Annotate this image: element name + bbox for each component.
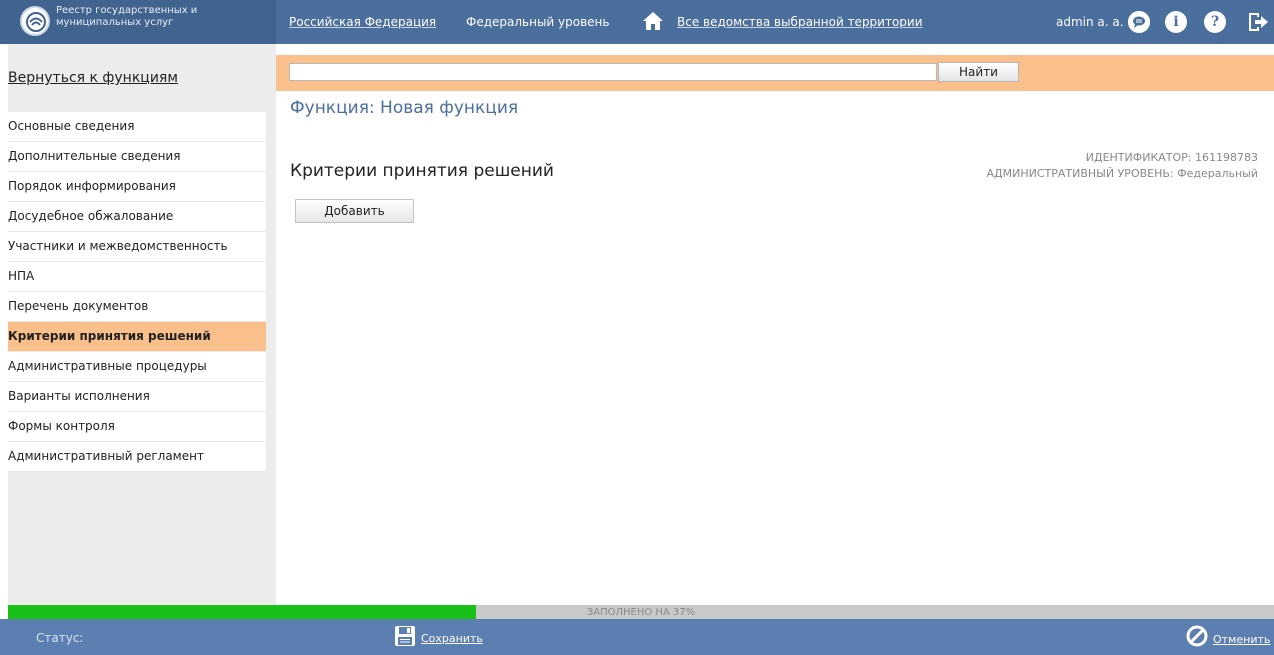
status-label: Статус: xyxy=(36,631,84,645)
sidebar-item[interactable]: Перечень документов xyxy=(8,292,266,322)
sidebar-item-label: Административные процедуры xyxy=(8,359,207,373)
progress-text: ЗАПОЛНЕНО НА 37% xyxy=(586,607,696,618)
sidebar-item-label: НПА xyxy=(8,269,35,283)
info-icon[interactable]: i xyxy=(1165,11,1187,33)
help-icon[interactable]: ? xyxy=(1204,11,1226,33)
sidebar-item[interactable]: Порядок информирования xyxy=(8,172,266,202)
identifier-block: ИДЕНТИФИКАТОР: 161198783 АДМИНИСТРАТИВНЫ… xyxy=(987,150,1258,182)
sidebar-item-label: Административный регламент xyxy=(8,449,204,463)
sidebar-item[interactable]: Дополнительные сведения xyxy=(8,142,266,172)
back-to-functions-link[interactable]: Вернуться к функциям xyxy=(8,70,178,86)
sidebar-item[interactable]: Формы контроля xyxy=(8,412,266,442)
exit-icon[interactable] xyxy=(1247,11,1269,36)
cancel-label[interactable]: Отменить xyxy=(1213,633,1270,646)
sidebar-item-label: Перечень документов xyxy=(8,299,149,313)
sidebar-item[interactable]: Основные сведения xyxy=(8,112,266,142)
identifier: ИДЕНТИФИКАТОР: 161198783 xyxy=(1085,151,1258,164)
sidebar-item-label: Участники и межведомственность xyxy=(8,239,228,253)
cancel-icon xyxy=(1186,625,1208,650)
sidebar-item-label: Основные сведения xyxy=(8,119,135,133)
sidebar-item[interactable]: Варианты исполнения xyxy=(8,382,266,412)
sidebar-item-label: Критерии принятия решений xyxy=(8,329,211,343)
region-link[interactable]: Российская Федерация xyxy=(289,15,436,29)
search-input[interactable] xyxy=(289,63,937,81)
search-bar: Найти xyxy=(276,55,1274,91)
save-icon xyxy=(394,626,416,650)
cancel-button[interactable]: Отменить xyxy=(1186,625,1270,650)
progress-bar: ЗАПОЛНЕНО НА 37% xyxy=(8,605,1274,619)
sidebar-item[interactable]: НПА xyxy=(8,262,266,292)
chat-icon[interactable] xyxy=(1128,11,1150,33)
search-button[interactable]: Найти xyxy=(938,62,1019,82)
function-title: Функция: Новая функция xyxy=(290,98,519,118)
sidebar-item-label: Дополнительные сведения xyxy=(8,149,181,163)
admin-level: АДМИНИСТРАТИВНЫЙ УРОВЕНЬ: Федеральный xyxy=(986,167,1258,180)
sidebar-item-label: Досудебное обжалование xyxy=(8,209,174,223)
sidebar-item-label: Формы контроля xyxy=(8,419,115,433)
agencies-link[interactable]: Все ведомства выбранной территории xyxy=(677,15,923,29)
save-label[interactable]: Сохранить xyxy=(421,632,483,645)
sidebar-item[interactable]: Критерии принятия решений xyxy=(8,322,266,352)
logo-text: Реестр государственных и муниципальных у… xyxy=(56,5,198,28)
sidebar-item[interactable]: Участники и межведомственность xyxy=(8,232,266,262)
sidebar: Вернуться к функциям Основные сведения До… xyxy=(8,44,276,605)
sidebar-item-label: Порядок информирования xyxy=(8,179,176,193)
save-button[interactable]: Сохранить xyxy=(394,625,483,650)
sidebar-item-label: Варианты исполнения xyxy=(8,389,150,403)
top-bar: Реестр государственных и муниципальных у… xyxy=(0,0,1274,44)
user-name[interactable]: admin a. a. xyxy=(1056,15,1124,29)
sidebar-item[interactable]: Административные процедуры xyxy=(8,352,266,382)
sidebar-item[interactable]: Административный регламент xyxy=(8,442,266,472)
bottom-bar: Статус: Сохранить Отменить xyxy=(0,619,1274,655)
sidebar-menu: Основные сведения Дополнительные сведения… xyxy=(8,112,266,472)
level-link[interactable]: Федеральный уровень xyxy=(466,15,609,29)
section-title: Критерии принятия решений xyxy=(290,161,554,181)
home-icon[interactable] xyxy=(641,10,665,35)
add-button[interactable]: Добавить xyxy=(295,199,414,223)
logo-area[interactable]: Реестр государственных и муниципальных у… xyxy=(0,0,276,44)
logo-icon xyxy=(20,6,50,36)
sidebar-item[interactable]: Досудебное обжалование xyxy=(8,202,266,232)
